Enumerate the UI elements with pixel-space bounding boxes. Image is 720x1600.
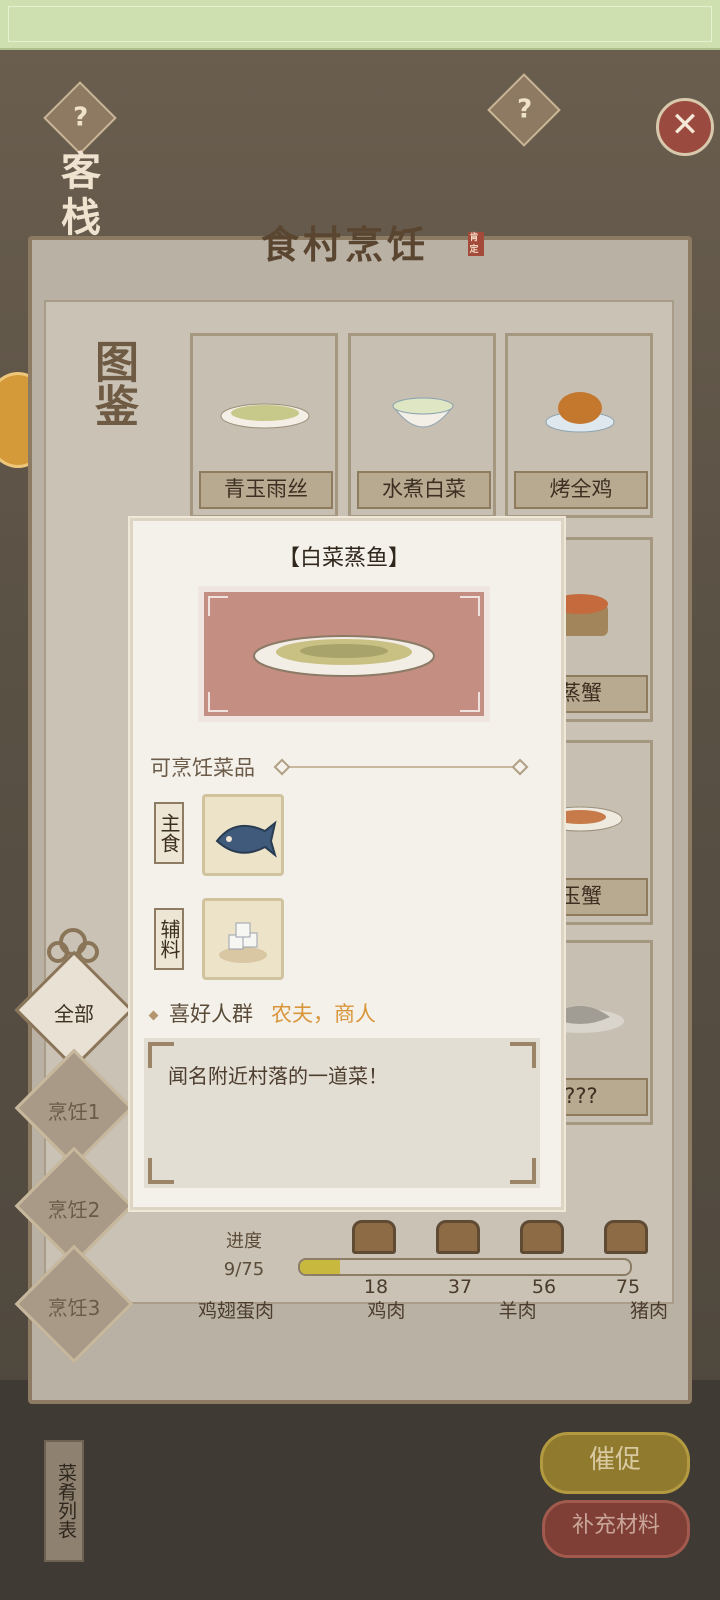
description-text: 闻名附近村落的一道菜！ (168, 1064, 388, 1088)
top-banner (0, 0, 720, 50)
side-ingredient-slot[interactable] (202, 898, 284, 980)
fish-icon (215, 820, 277, 858)
catalog-badge: 图鉴 (87, 339, 138, 427)
milestone-label: 18 (363, 1276, 389, 1298)
recipe-label: 羊肉 (498, 1300, 537, 1322)
bullet-icon (148, 1010, 159, 1020)
dish-image-frame (198, 586, 490, 722)
preference-row: 喜好人群 农夫，商人 (148, 998, 376, 1028)
recipe-card[interactable]: 烤全鸡 (505, 333, 653, 518)
milestone-label: 37 (447, 1276, 473, 1298)
roast-chicken-icon (545, 392, 615, 433)
dish-list-button[interactable]: 菜肴列表 (44, 1440, 84, 1562)
panel-seal: 肯定 (468, 232, 484, 256)
milestone-label: 75 (615, 1276, 641, 1298)
milestone-label: 56 (531, 1276, 557, 1298)
reward-chest-icon[interactable] (604, 1220, 648, 1254)
inn-side-label: 客栈 (54, 150, 100, 242)
recipe-card[interactable]: 青玉雨丝 (190, 333, 338, 518)
panel-title: 食村烹饪 肯定 (200, 214, 490, 267)
recipe-card[interactable]: 水煮白菜 (348, 333, 496, 518)
panel-title-text: 食村烹饪 (260, 223, 429, 267)
close-button[interactable]: ✕ (656, 98, 714, 156)
bottom-recipe-labels: 鸡翅蛋肉 鸡肉 羊肉 猪肉 (198, 1296, 668, 1323)
reward-chest-icon[interactable] (436, 1220, 480, 1254)
filter-tab-label: 全部 (54, 1002, 94, 1026)
supply-materials-button[interactable]: 补充材料 (542, 1500, 690, 1558)
steamed-fish-dish-icon (253, 635, 435, 677)
noodle-plate-icon (220, 403, 310, 429)
progress-bar-fill (300, 1260, 340, 1274)
preference-people: 农夫，商人 (271, 1002, 376, 1026)
reward-chest-icon[interactable] (520, 1220, 564, 1254)
sugar-cubes-icon (219, 922, 267, 963)
urge-button[interactable]: 催促 (540, 1432, 690, 1494)
reward-chest-icon[interactable] (352, 1220, 396, 1254)
recipe-label: 鸡肉 (367, 1300, 406, 1322)
recipe-card-name: 烤全鸡 (514, 471, 648, 509)
progress-bar (298, 1258, 632, 1276)
cabbage-bowl-icon (392, 397, 454, 428)
progress-label: 进度 9/75 (214, 1228, 274, 1284)
main-food-tag: 主食 (154, 802, 184, 864)
recipe-label: 猪肉 (629, 1300, 668, 1322)
side-ingredient-tag: 辅料 (154, 908, 184, 970)
section-divider (276, 766, 526, 768)
filter-tab-label: 烹饪2 (47, 1198, 101, 1222)
filter-tab-label: 烹饪3 (47, 1296, 101, 1320)
popup-title: 【白菜蒸鱼】 (277, 546, 410, 571)
progress-title: 进度 (226, 1231, 262, 1252)
recipe-card-name: 水煮白菜 (357, 471, 491, 509)
recipe-label: 鸡翅蛋肉 (198, 1300, 275, 1322)
progress-value: 9/75 (223, 1259, 265, 1280)
main-food-slot[interactable] (202, 794, 284, 876)
cookable-section-label: 可烹饪菜品 (150, 756, 255, 780)
recipe-card-name: 青玉雨丝 (199, 471, 333, 509)
filter-tab-label: 烹饪1 (47, 1100, 101, 1124)
preference-label: 喜好人群 (169, 1002, 253, 1026)
